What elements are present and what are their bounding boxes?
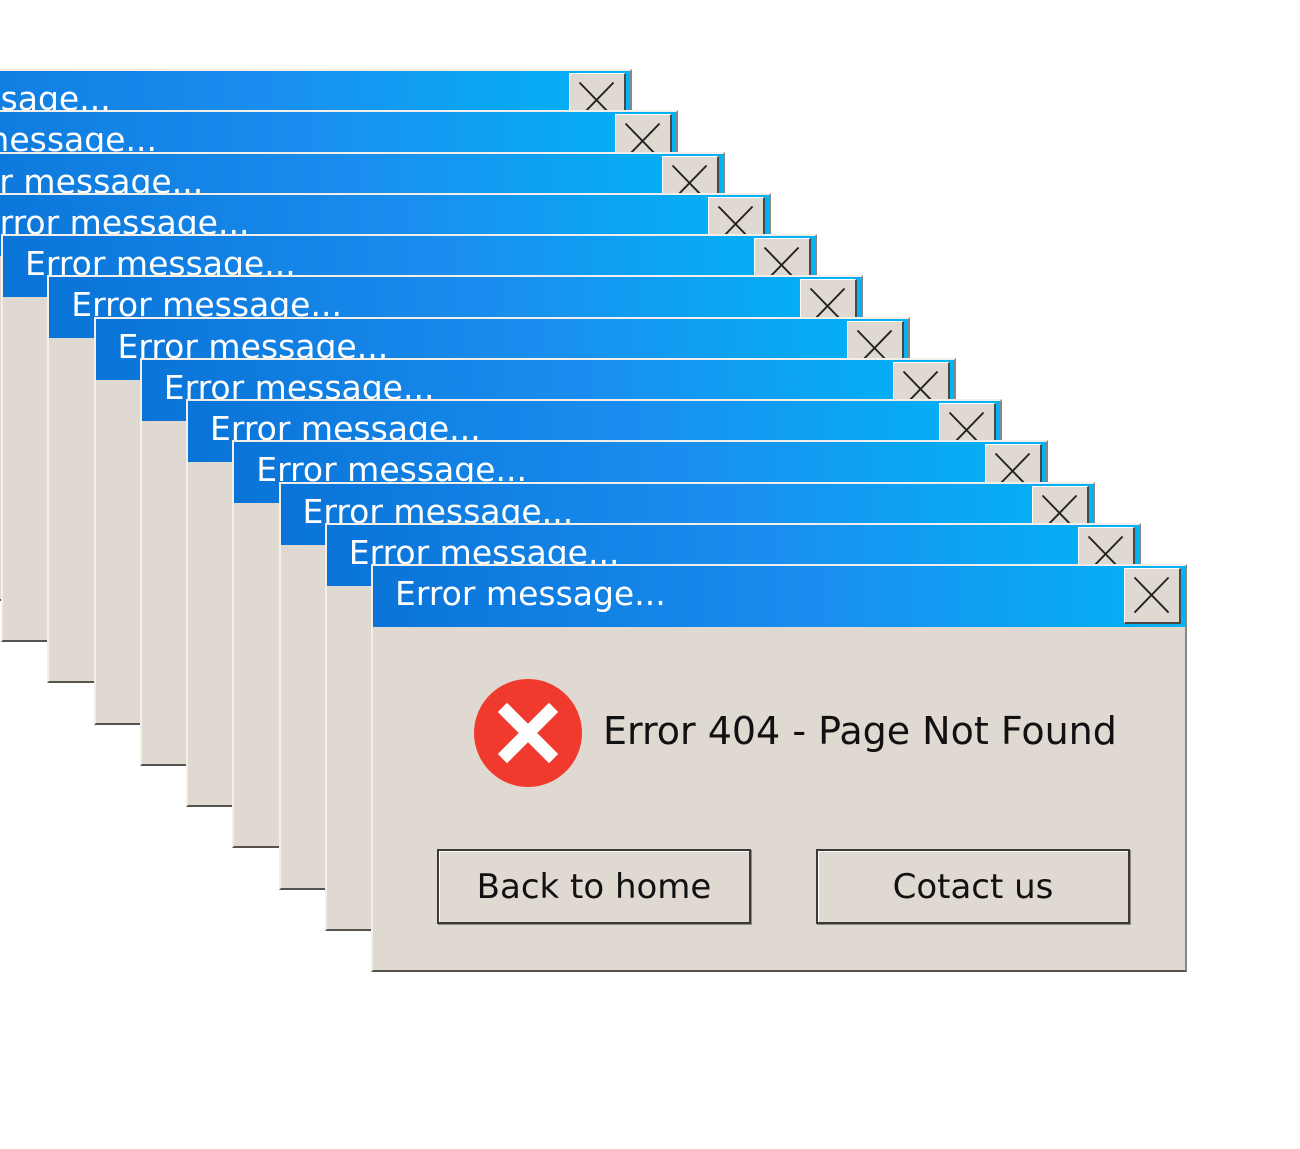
error-message-row: Error 404 - Page Not Found: [373, 679, 1185, 789]
back-to-home-button[interactable]: Back to home: [437, 849, 751, 924]
dialog-titlebar[interactable]: Error message...: [373, 566, 1185, 627]
error-dialog-stack: Error message... Error 404 - Page Not Fo…: [0, 0, 1300, 1149]
dialog-title: Error message...: [395, 574, 666, 613]
close-icon: [1133, 576, 1170, 614]
error-message-text: Error 404 - Page Not Found: [603, 709, 1117, 753]
error-dialog-front: Error message... Error 404 - Page Not Fo…: [371, 564, 1187, 972]
close-button[interactable]: [1124, 568, 1181, 624]
contact-us-button[interactable]: Cotact us: [816, 849, 1130, 924]
error-x-icon: [474, 679, 582, 787]
